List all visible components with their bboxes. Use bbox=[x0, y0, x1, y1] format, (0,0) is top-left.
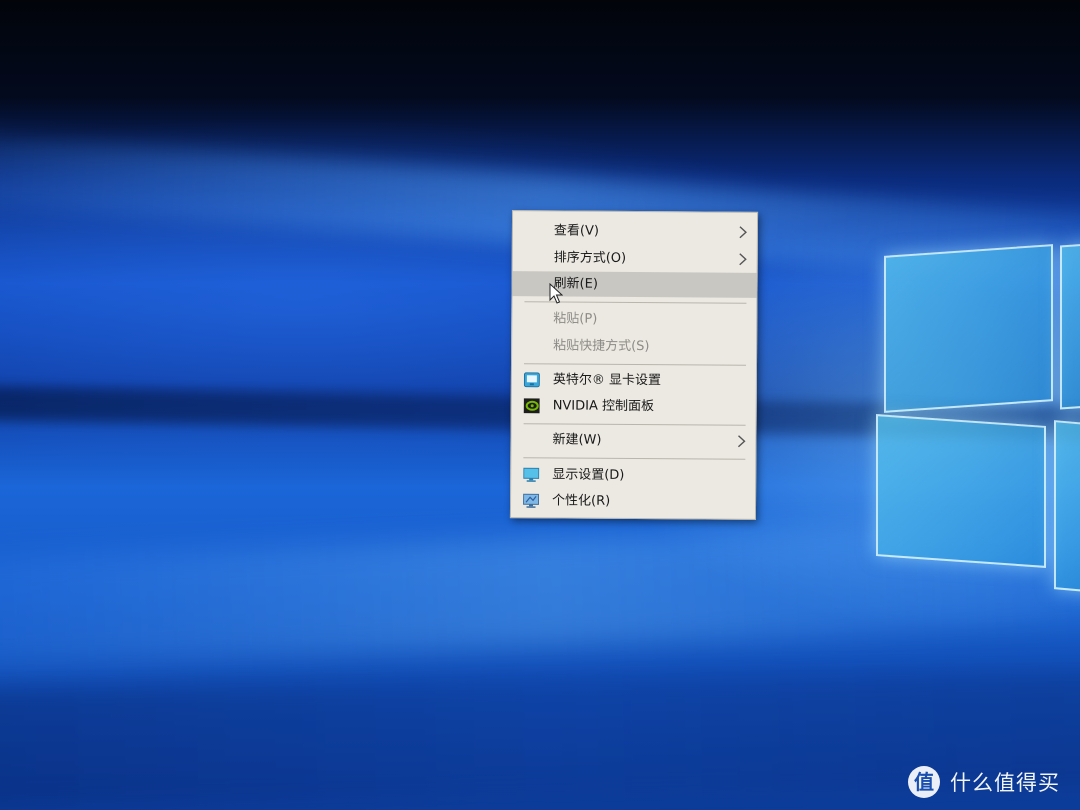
menu-item-label: 粘贴(P) bbox=[553, 311, 598, 327]
windows-logo-pane bbox=[1054, 420, 1080, 593]
menu-separator bbox=[524, 363, 747, 366]
menu-item-label: NVIDIA 控制面板 bbox=[552, 398, 655, 415]
nvidia-icon bbox=[523, 398, 540, 414]
desktop[interactable]: 查看(V) 排序方式(O) 刷新(E) 粘贴(P) 粘贴快捷方式(S) 英特尔®… bbox=[0, 0, 1080, 810]
menu-item-label: 粘贴快捷方式(S) bbox=[553, 338, 650, 355]
chevron-right-icon bbox=[737, 435, 746, 448]
menu-item-new[interactable]: 新建(W) bbox=[511, 427, 755, 454]
personalize-icon bbox=[523, 493, 540, 508]
menu-item-view[interactable]: 查看(V) bbox=[513, 218, 757, 245]
watermark-logo-glyph: 值 bbox=[914, 770, 934, 794]
windows-logo-pane bbox=[884, 244, 1053, 413]
mouse-pointer-icon bbox=[549, 283, 563, 304]
watermark: 值 什么值得买 bbox=[908, 765, 1060, 799]
menu-item-sort-by[interactable]: 排序方式(O) bbox=[513, 245, 757, 272]
menu-item-label: 查看(V) bbox=[553, 223, 600, 239]
windows-logo-pane bbox=[1060, 242, 1080, 410]
menu-item-label: 英特尔® 显卡设置 bbox=[552, 372, 662, 389]
menu-item-paste[interactable]: 粘贴(P) bbox=[512, 306, 756, 333]
watermark-text: 什么值得买 bbox=[950, 771, 1060, 795]
menu-item-label: 个性化(R) bbox=[551, 493, 611, 509]
menu-item-intel-graphics[interactable]: 英特尔® 显卡设置 bbox=[512, 367, 756, 394]
watermark-logo: 值 bbox=[908, 766, 940, 798]
chevron-right-icon bbox=[739, 253, 747, 266]
menu-item-display-settings[interactable]: 显示设置(D) bbox=[511, 462, 755, 489]
windows-logo-pane bbox=[876, 414, 1046, 568]
desktop-context-menu: 查看(V) 排序方式(O) 刷新(E) 粘贴(P) 粘贴快捷方式(S) 英特尔®… bbox=[509, 210, 759, 520]
display-settings-icon bbox=[523, 467, 540, 482]
menu-item-paste-shortcut[interactable]: 粘贴快捷方式(S) bbox=[512, 333, 756, 360]
menu-item-label: 新建(W) bbox=[552, 432, 602, 448]
intel-graphics-icon bbox=[523, 372, 540, 388]
menu-separator bbox=[523, 423, 746, 426]
menu-item-nvidia-control-panel[interactable]: NVIDIA 控制面板 bbox=[512, 393, 756, 420]
menu-item-label: 排序方式(O) bbox=[553, 250, 627, 266]
menu-separator bbox=[523, 457, 746, 460]
chevron-right-icon bbox=[739, 226, 747, 239]
menu-item-label: 显示设置(D) bbox=[552, 467, 625, 483]
menu-item-personalize[interactable]: 个性化(R) bbox=[511, 488, 755, 515]
